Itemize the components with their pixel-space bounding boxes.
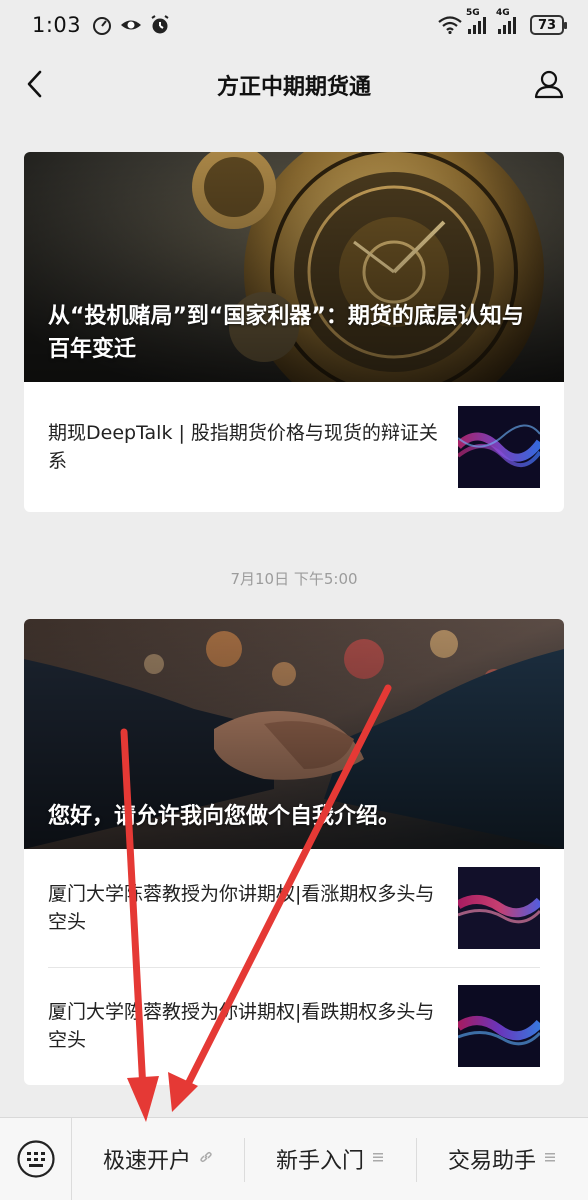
profile-button[interactable] — [532, 67, 566, 101]
status-icons-right: 5G 4G 73 — [438, 8, 567, 35]
alarm-icon — [151, 15, 169, 34]
list-item-title: 期现DeepTalk | 股指期货价格与现货的辩证关系 — [48, 422, 438, 472]
list-item-title: 厦门大学陈蓉教授为你讲期权|看涨期权多头与空头 — [48, 883, 435, 933]
list-item-title: 厦门大学陈蓉教授为你讲期权|看跌期权多头与空头 — [48, 1001, 435, 1051]
article-card[interactable]: 从“投机赌局”到“国家利器”：期货的底层认知与百年变迁 期现DeepTalk |… — [24, 152, 564, 512]
bottom-menu: 极速开户 新手入门 交易助手 — [0, 1117, 588, 1200]
user-icon — [534, 70, 564, 99]
list-item[interactable]: 期现DeepTalk | 股指期货价格与现货的辩证关系 — [24, 382, 564, 512]
article-hero[interactable]: 您好，请允许我向您做个自我介绍。 — [24, 619, 564, 849]
message-timestamp: 7月10日 下午5:00 — [230, 570, 358, 588]
menu-item-label: 交易助手 — [447, 1149, 536, 1174]
link-icon — [199, 1150, 213, 1168]
keyboard-toggle-button[interactable] — [0, 1117, 72, 1200]
menu-item-beginner[interactable]: 新手入门 — [244, 1118, 416, 1200]
page-title: 方正中期期货通 — [216, 75, 371, 100]
battery-level: 73 — [537, 17, 557, 33]
battery-icon: 73 — [530, 15, 567, 35]
menu-item-label: 新手入门 — [275, 1149, 364, 1174]
article-hero[interactable]: 从“投机赌局”到“国家利器”：期货的底层认知与百年变迁 — [24, 152, 564, 382]
list-item[interactable]: 厦门大学陈蓉教授为你讲期权|看跌期权多头与空头 — [24, 967, 564, 1085]
list-item-thumbnail — [458, 406, 540, 488]
back-button[interactable] — [18, 67, 52, 101]
status-icons-left — [91, 14, 171, 36]
list-item[interactable]: 厦门大学陈蓉教授为你讲期权|看涨期权多头与空头 — [24, 849, 564, 967]
previous-timestamp-cutoff — [0, 110, 588, 122]
status-bar: 1:03 5G 4G 73 — [0, 0, 588, 50]
eye-icon — [121, 20, 142, 30]
menu-icon — [372, 1151, 384, 1167]
menu-item-trade-assistant[interactable]: 交易助手 — [416, 1118, 588, 1200]
speedometer-icon — [93, 17, 112, 35]
list-item-thumbnail — [458, 985, 540, 1067]
menu-item-label: 极速开户 — [102, 1149, 191, 1174]
signal-4g-icon: 4G — [496, 8, 516, 34]
chevron-left-icon — [27, 70, 42, 98]
menu-icon — [544, 1151, 556, 1167]
status-time: 1:03 — [32, 13, 82, 37]
signal-5g-icon: 5G — [466, 8, 486, 34]
wifi-icon — [438, 16, 462, 34]
keyboard-icon — [16, 1140, 55, 1178]
menu-item-quick-account[interactable]: 极速开户 — [72, 1118, 244, 1200]
article-hero-title: 您好，请允许我向您做个自我介绍。 — [48, 804, 401, 829]
article-card[interactable]: 您好，请允许我向您做个自我介绍。 厦门大学陈蓉教授为你讲期权|看涨期权多头与空头… — [24, 619, 564, 1085]
list-item-thumbnail — [458, 867, 540, 949]
article-hero-title: 从“投机赌局”到“国家利器”：期货的底层认知与百年变迁 — [48, 304, 524, 362]
